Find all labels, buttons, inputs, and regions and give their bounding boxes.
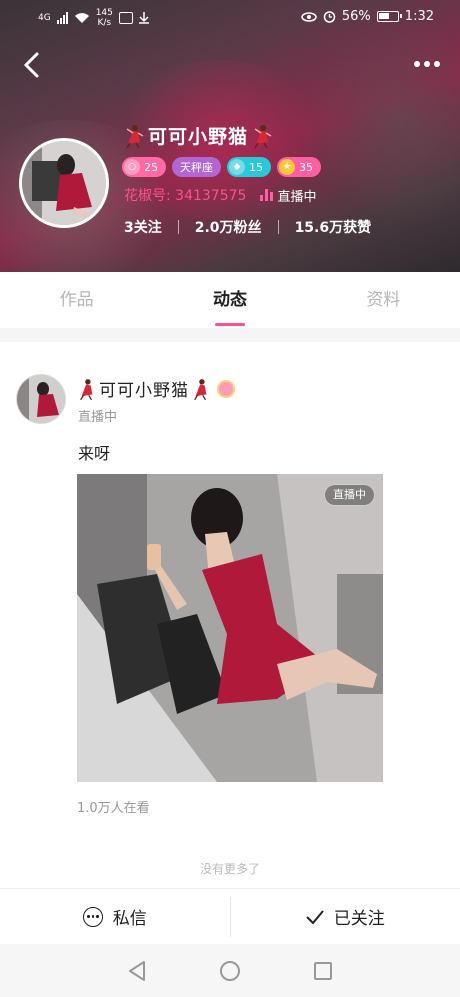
moment-card: 可可小野猫 直播中 来呀 直播中 1.0万人在看 没有更多了: [0, 342, 460, 888]
nav-recents-button[interactable]: [308, 956, 338, 986]
user-level-value: 25: [144, 160, 158, 174]
circle-home-icon: [219, 960, 240, 981]
avatar-photo: [17, 375, 65, 423]
net-speed: 145 K/s: [96, 8, 113, 28]
profile-badges: ○ 25 天秤座 ◆ 15 ★ 35: [122, 157, 321, 177]
tab-works[interactable]: 作品: [0, 272, 153, 328]
status-bar: 4G 145 K/s 56% 1:32: [0, 0, 460, 36]
post-author-avatar[interactable]: [16, 374, 66, 424]
tab-profile-info[interactable]: 资料: [307, 272, 460, 328]
wifi-icon: [74, 13, 89, 23]
stats-divider: [177, 220, 179, 234]
post-photo: [77, 474, 383, 782]
avatar-photo: [22, 141, 106, 225]
back-button[interactable]: [18, 50, 48, 80]
dot-icon: [434, 61, 440, 67]
live-status[interactable]: 直播中: [260, 186, 316, 205]
huajiao-id: 花椒号: 34137575: [124, 188, 247, 204]
live-status-label: 直播中: [277, 189, 317, 205]
nav-home-button[interactable]: [215, 956, 245, 986]
nav-back-button[interactable]: [122, 956, 152, 986]
tab-moments[interactable]: 动态: [153, 272, 306, 328]
star-badge: ★ 35: [277, 157, 321, 177]
no-more-hint: 没有更多了: [199, 862, 260, 876]
battery-percent: 56%: [341, 9, 371, 24]
net-speed-value: 145: [95, 8, 113, 18]
eye-icon: [301, 11, 317, 22]
profile-avatar[interactable]: [19, 138, 109, 228]
message-label: 私信: [112, 909, 147, 929]
bottom-action-bar: 私信 已关注: [0, 888, 460, 944]
signal-icon: [56, 12, 68, 24]
followed-label: 已关注: [333, 909, 385, 929]
square-recents-icon: [314, 961, 333, 980]
more-options-button[interactable]: [414, 56, 444, 72]
live-bars-icon: [260, 189, 274, 201]
dancer-emoji-icon: [194, 378, 207, 400]
image-live-badge: 直播中: [324, 484, 375, 506]
likes-count: 15.6万获赞: [294, 220, 372, 236]
post-image[interactable]: 直播中: [77, 474, 383, 782]
chat-bubble-icon: [82, 906, 103, 927]
post-author-name[interactable]: 可可小野猫: [99, 376, 189, 401]
viewer-count: 1.0万人在看: [77, 801, 150, 816]
zodiac-badge: 天秤座: [172, 157, 221, 177]
profile-id-row: 花椒号: 34137575 直播中: [124, 185, 316, 205]
gallery-notification-icon: [118, 12, 133, 24]
diamond-value: 15: [249, 160, 263, 174]
chevron-left-icon: [23, 52, 39, 78]
profile-stats: 3关注 2.0万粉丝 15.6万获赞: [124, 217, 371, 237]
network-type: 4G: [38, 13, 51, 23]
profile-name: 可可小野猫: [148, 126, 249, 148]
followed-button[interactable]: 已关注: [231, 889, 460, 944]
post-live-status: 直播中: [78, 410, 118, 425]
header-blur-bg: [300, 20, 460, 220]
zodiac-value: 天秤座: [180, 161, 213, 174]
post-author-row: 可可小野猫: [78, 376, 235, 401]
diamond-badge: ◆ 15: [227, 157, 271, 177]
diamond-icon: ◆: [229, 159, 245, 175]
dot-icon: [424, 61, 430, 67]
following-count[interactable]: 3关注: [124, 217, 162, 237]
system-nav-bar: [0, 944, 460, 997]
dancer-emoji-icon: [126, 124, 144, 148]
clock: 1:32: [404, 9, 434, 24]
level-medal-icon: [217, 379, 235, 398]
dancer-emoji-icon: [80, 378, 93, 400]
battery-icon: [376, 11, 402, 22]
user-level-icon: ○: [124, 159, 140, 175]
alarm-icon: [323, 11, 336, 23]
star-icon: ★: [279, 159, 295, 175]
fans-count[interactable]: 2.0万粉丝: [195, 217, 262, 237]
dancer-emoji-icon: [254, 124, 272, 148]
download-icon: [138, 12, 149, 24]
profile-tabs: 作品 动态 资料: [0, 272, 460, 328]
user-level-badge: ○ 25: [122, 157, 166, 177]
post-text: 来呀: [78, 444, 111, 463]
stats-divider: [277, 220, 279, 234]
profile-header: 4G 145 K/s 56% 1:32 可可小野猫 ○ 25 天秤座 ◆ 15 …: [0, 0, 460, 272]
profile-name-row: 可可小野猫: [124, 122, 272, 149]
checkmark-icon: [306, 909, 324, 924]
message-button[interactable]: 私信: [0, 889, 230, 944]
dot-icon: [414, 61, 420, 67]
triangle-back-icon: [128, 960, 145, 981]
net-speed-unit: K/s: [97, 18, 112, 28]
star-value: 35: [299, 160, 313, 174]
